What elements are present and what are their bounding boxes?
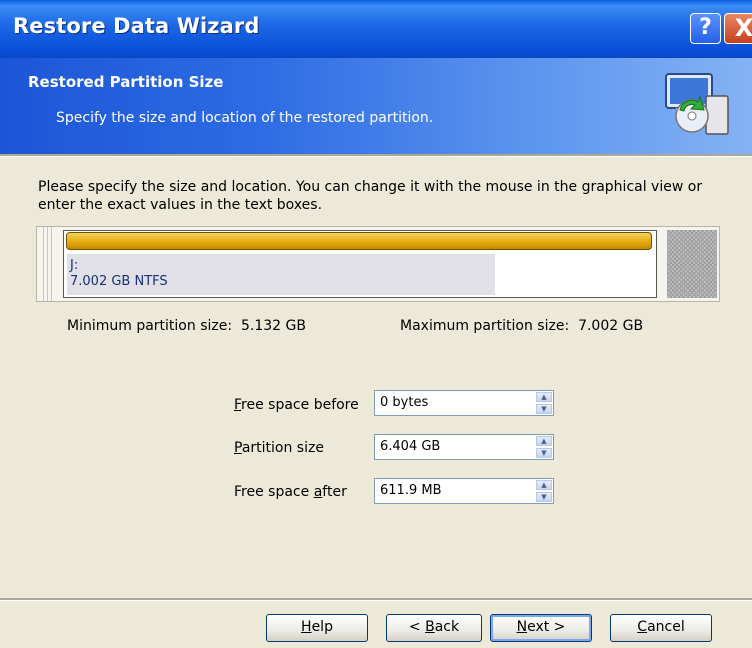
spin-down-icon[interactable]: ▼: [536, 448, 552, 458]
partition-size-fs: 7.002 GB NTFS: [70, 274, 168, 289]
maximum-size-text: Maximum partition size: 7.002 GB: [400, 318, 643, 334]
partition-size-spinner[interactable]: ▲ ▼: [536, 436, 552, 458]
next-button[interactable]: Next >: [490, 614, 592, 642]
wizard-header: Restored Partition Size Specify the size…: [0, 58, 752, 154]
label-prefix: Free space: [234, 484, 314, 500]
label-rest: artition size: [241, 440, 324, 456]
partition-size-value: 6.404 GB: [380, 439, 441, 454]
mnemonic: B: [425, 619, 435, 635]
help-button[interactable]: Help: [266, 614, 368, 642]
spin-down-icon[interactable]: ▼: [536, 404, 552, 414]
partition-label: J: 7.002 GB NTFS: [70, 258, 168, 290]
mnemonic: H: [301, 619, 312, 635]
mnemonic: a: [313, 484, 323, 500]
left-drag-handle[interactable]: [43, 227, 55, 301]
partition-size-field[interactable]: 6.404 GB ▲ ▼: [374, 434, 554, 460]
free-space-before-spinner[interactable]: ▲ ▼: [536, 392, 552, 414]
mnemonic: N: [516, 619, 528, 635]
footer-divider: [0, 598, 752, 601]
restore-wizard-window: Restore Data Wizard ? X Restored Partiti…: [0, 0, 752, 648]
minimum-size-label: Minimum partition size:: [67, 318, 233, 334]
mnemonic: C: [637, 619, 648, 635]
spin-up-icon[interactable]: ▲: [536, 392, 552, 402]
partition-size-label: Partition size: [234, 440, 324, 456]
minimum-size-value: 5.132 GB: [240, 318, 306, 334]
unallocated-space[interactable]: [667, 230, 717, 298]
free-space-before-value: 0 bytes: [380, 395, 429, 410]
partition-size-bar[interactable]: [66, 232, 652, 250]
close-icon: X: [734, 14, 752, 42]
free-space-before-label: Free space before: [234, 397, 359, 413]
window-title: Restore Data Wizard: [13, 14, 260, 38]
button-label: ancel: [647, 619, 685, 635]
header-title: Restored Partition Size: [28, 73, 224, 91]
minimum-size-text: Minimum partition size: 5.132 GB: [67, 318, 306, 334]
spin-up-icon[interactable]: ▲: [536, 436, 552, 446]
mnemonic: F: [234, 397, 242, 413]
cancel-button[interactable]: Cancel: [610, 614, 712, 642]
free-space-after-label: Free space after: [234, 484, 347, 500]
question-icon: ?: [699, 15, 712, 40]
drive-letter: J:: [70, 258, 79, 273]
free-space-after-field[interactable]: 611.9 MB ▲ ▼: [374, 478, 554, 504]
back-button[interactable]: < Back: [386, 614, 482, 642]
maximum-size-label: Maximum partition size:: [400, 318, 570, 334]
close-button[interactable]: X: [724, 13, 752, 44]
free-space-after-value: 611.9 MB: [380, 483, 442, 498]
maximum-size-value: 7.002 GB: [578, 318, 644, 334]
partition-graphical-view[interactable]: J: 7.002 GB NTFS: [36, 226, 720, 302]
restored-partition-block[interactable]: J: 7.002 GB NTFS: [63, 230, 657, 298]
restore-disk-icon: [665, 73, 729, 135]
spin-down-icon[interactable]: ▼: [536, 492, 552, 502]
spin-up-icon[interactable]: ▲: [536, 480, 552, 490]
label-rest: ree space before: [241, 397, 359, 413]
button-prefix: <: [408, 619, 426, 635]
free-space-after-spinner[interactable]: ▲ ▼: [536, 480, 552, 502]
button-label: elp: [311, 619, 333, 635]
help-title-button[interactable]: ?: [690, 13, 721, 44]
header-divider: [0, 154, 752, 157]
instructions-text: Please specify the size and location. Yo…: [38, 179, 703, 213]
button-label: ext >: [527, 619, 566, 635]
header-subtitle: Specify the size and location of the res…: [56, 110, 434, 126]
free-space-before-field[interactable]: 0 bytes ▲ ▼: [374, 390, 554, 416]
mnemonic: P: [234, 440, 242, 456]
button-label: ack: [434, 619, 460, 635]
title-bar[interactable]: Restore Data Wizard ? X: [0, 0, 752, 58]
label-rest: fter: [322, 484, 347, 500]
